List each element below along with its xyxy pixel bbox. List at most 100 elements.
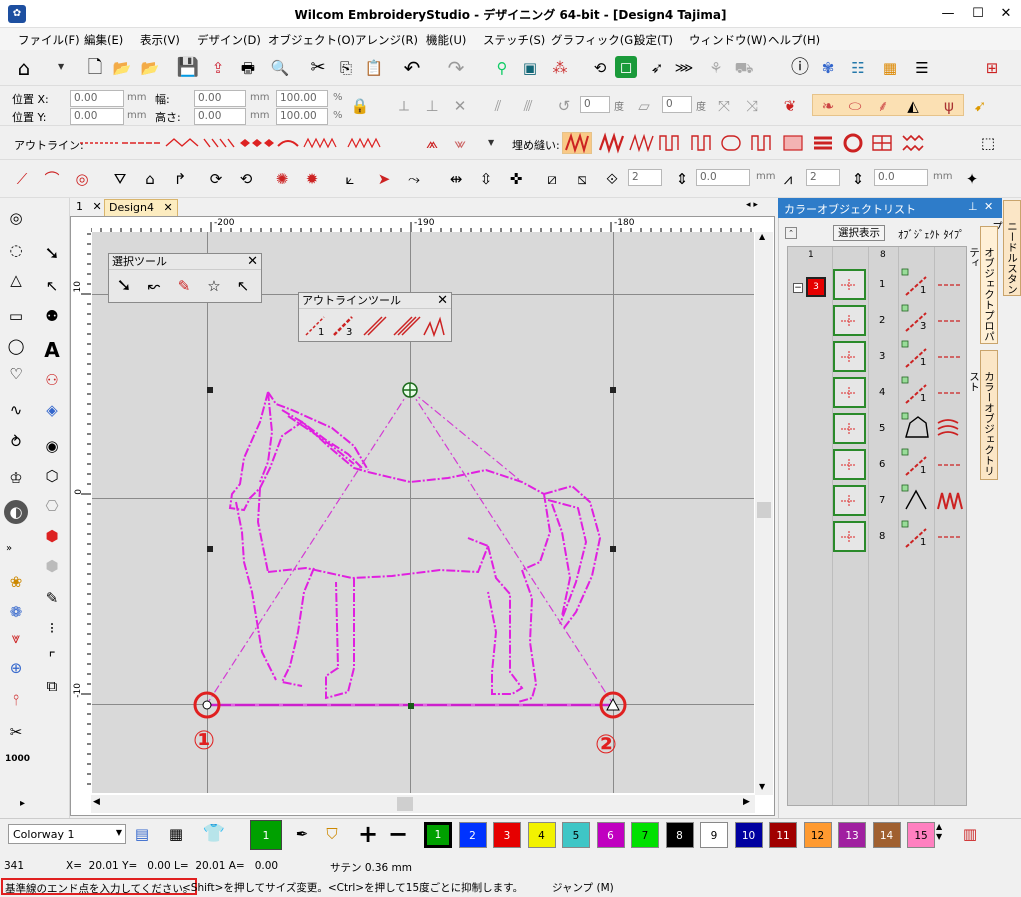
- monogram-icon[interactable]: ◐: [4, 500, 28, 524]
- menu-arrange[interactable]: アレンジ(R): [355, 32, 418, 48]
- menu-view[interactable]: 表示(V): [140, 32, 180, 48]
- list-item[interactable]: 5: [788, 411, 968, 447]
- needle-stamp-tab[interactable]: ニードルスタンプ: [991, 200, 1021, 296]
- rotate-left-icon[interactable]: ↺: [552, 94, 576, 118]
- spacing-arrows2-icon[interactable]: ⇕: [846, 167, 870, 191]
- curve-reshape-icon[interactable]: ⌒: [40, 167, 64, 191]
- panel-close-icon[interactable]: ✕: [984, 200, 993, 213]
- star-select-icon[interactable]: ☆: [202, 274, 226, 298]
- more-fill-icon[interactable]: ⬚: [976, 131, 1000, 155]
- rotate-angle-input[interactable]: 0: [580, 96, 610, 113]
- panel-pin-icon[interactable]: ⊥: [968, 200, 978, 213]
- new-document-icon[interactable]: 🗋: [83, 56, 107, 80]
- zigzag-spacing-icon[interactable]: ⩘: [776, 167, 800, 191]
- flower-pot-icon[interactable]: ✾: [816, 56, 840, 80]
- vertical-scrollbar[interactable]: ▲ ▼: [755, 232, 773, 795]
- outline-stitch-samples[interactable]: [78, 134, 408, 152]
- tab-close-icon[interactable]: ✕: [163, 201, 172, 214]
- menu-design[interactable]: デザイン(D): [197, 32, 261, 48]
- warp-icon[interactable]: ⤨: [740, 94, 764, 118]
- eyedropper-icon[interactable]: ✒: [290, 822, 314, 846]
- object-thumbnail[interactable]: [833, 305, 866, 336]
- list-item[interactable]: 11: [788, 267, 968, 303]
- menu-stitch[interactable]: ステッチ(S): [483, 32, 545, 48]
- palette-color-swatch[interactable]: 12: [803, 822, 832, 848]
- globe-icon[interactable]: ⊕: [4, 656, 28, 680]
- shapes-icon[interactable]: ♡: [4, 362, 28, 386]
- appliqué2-icon[interactable]: ❁: [4, 600, 28, 624]
- outline-zigzag-icon[interactable]: ⩕: [420, 131, 444, 155]
- object-properties-tab[interactable]: オブジェクトプロパティ: [968, 226, 998, 344]
- horizontal-scroll-thumb[interactable]: [397, 797, 413, 811]
- stitch-angle-icon[interactable]: ⟳: [204, 167, 228, 191]
- tab-design-1[interactable]: 1 ✕: [72, 199, 106, 216]
- hexagon-red-icon[interactable]: ⬢: [40, 524, 64, 548]
- star-tools-icon[interactable]: ✦: [960, 167, 984, 191]
- spacing-input-3[interactable]: 2: [806, 169, 840, 186]
- width-pct-input[interactable]: 100.00: [276, 90, 328, 107]
- toolbox-expand-icon[interactable]: »: [6, 543, 12, 554]
- appliqué-icon[interactable]: ❀: [4, 570, 28, 594]
- align-icon[interactable]: ⫻: [516, 94, 540, 118]
- align-all-icon[interactable]: ✜: [504, 167, 528, 191]
- menu-window[interactable]: ウィンドウ(W): [689, 32, 767, 48]
- hexagon-light-icon[interactable]: ⬢: [40, 554, 64, 578]
- outline-tools-close[interactable]: ✕: [437, 293, 448, 308]
- software-icon[interactable]: ⛟: [732, 56, 756, 80]
- slant-icon[interactable]: ▱: [632, 94, 656, 118]
- scroll-down-icon[interactable]: ▼: [759, 782, 765, 791]
- point-select-icon[interactable]: ↖: [231, 274, 255, 298]
- collapse-all-icon[interactable]: ⌃: [785, 227, 797, 239]
- radial-fill2-icon[interactable]: ✹: [300, 167, 324, 191]
- toolbox-expand2-icon[interactable]: ▸: [20, 798, 25, 809]
- select-object-icon[interactable]: ➘: [112, 274, 136, 298]
- overlap-icon[interactable]: ⧉: [40, 674, 64, 698]
- palette-color-swatch[interactable]: 6: [596, 822, 625, 848]
- digitize-closed-icon[interactable]: ◎: [4, 206, 28, 230]
- open-design-icon[interactable]: 📂: [138, 56, 162, 80]
- pos-x-input[interactable]: 0.00: [70, 90, 124, 107]
- object-thumbnail[interactable]: [833, 521, 866, 552]
- corner-select-icon[interactable]: ⌜: [40, 646, 64, 670]
- colorway-select[interactable]: Colorway 1 ▼: [8, 824, 126, 844]
- mirror-vertical-icon[interactable]: ⟂: [392, 94, 416, 118]
- needle-icon[interactable]: ➶: [645, 56, 669, 80]
- scroll-up-icon[interactable]: ▲: [759, 232, 765, 241]
- object-thumbnail[interactable]: [833, 341, 866, 372]
- tab-close-icon[interactable]: ✕: [93, 200, 102, 213]
- thread-icon[interactable]: ⚲: [490, 56, 514, 80]
- green-frame-icon[interactable]: ◻: [615, 56, 637, 78]
- remove-color-icon[interactable]: −: [386, 822, 410, 846]
- crown-icon[interactable]: ♔: [4, 466, 28, 490]
- select-reshape-icon[interactable]: ↖: [40, 274, 64, 298]
- dots-icon[interactable]: ⁝: [40, 616, 64, 640]
- rectangle-icon[interactable]: ▭: [4, 304, 28, 328]
- width-input[interactable]: 0.00: [194, 90, 246, 107]
- pen-icon[interactable]: ✎: [40, 586, 64, 610]
- palette-color-swatch[interactable]: 15: [907, 822, 935, 848]
- height-pct-input[interactable]: 100.00: [276, 108, 328, 125]
- current-color-swatch[interactable]: 1: [250, 820, 282, 850]
- scissors-tool-icon[interactable]: ✂: [4, 720, 28, 744]
- arrow-fill-icon[interactable]: ➤: [372, 167, 396, 191]
- thread-chart-icon[interactable]: ▥: [958, 822, 982, 846]
- triangle-fill-icon[interactable]: ◭: [901, 94, 925, 118]
- menu-help[interactable]: ヘルプ(H): [768, 32, 820, 48]
- palette-scroll-icon[interactable]: ▲ ▼: [936, 822, 942, 842]
- skew-icon[interactable]: ⫽: [486, 94, 510, 118]
- shape-diamond-icon[interactable]: ⟐: [600, 167, 624, 191]
- outline-tool-icons[interactable]: 1 3: [302, 313, 450, 339]
- leaf-outline-icon[interactable]: ⬭: [843, 94, 867, 118]
- height-input[interactable]: 0.00: [194, 108, 246, 125]
- run-icon[interactable]: ∿: [4, 398, 28, 422]
- text-tool-icon[interactable]: A: [40, 338, 64, 362]
- circle-target-icon[interactable]: ◉: [40, 434, 64, 458]
- shape-box-icon[interactable]: ⧅: [570, 167, 594, 191]
- ellipse-icon[interactable]: ◯: [4, 334, 28, 358]
- palette-color-swatch[interactable]: 10: [734, 822, 763, 848]
- select-tools-close[interactable]: ✕: [247, 254, 258, 269]
- circle-reshape-icon[interactable]: ◎: [70, 167, 94, 191]
- export-icon[interactable]: ⇪: [206, 56, 230, 80]
- travel-icon[interactable]: ⚘: [704, 56, 728, 80]
- list-item[interactable]: 23: [788, 303, 968, 339]
